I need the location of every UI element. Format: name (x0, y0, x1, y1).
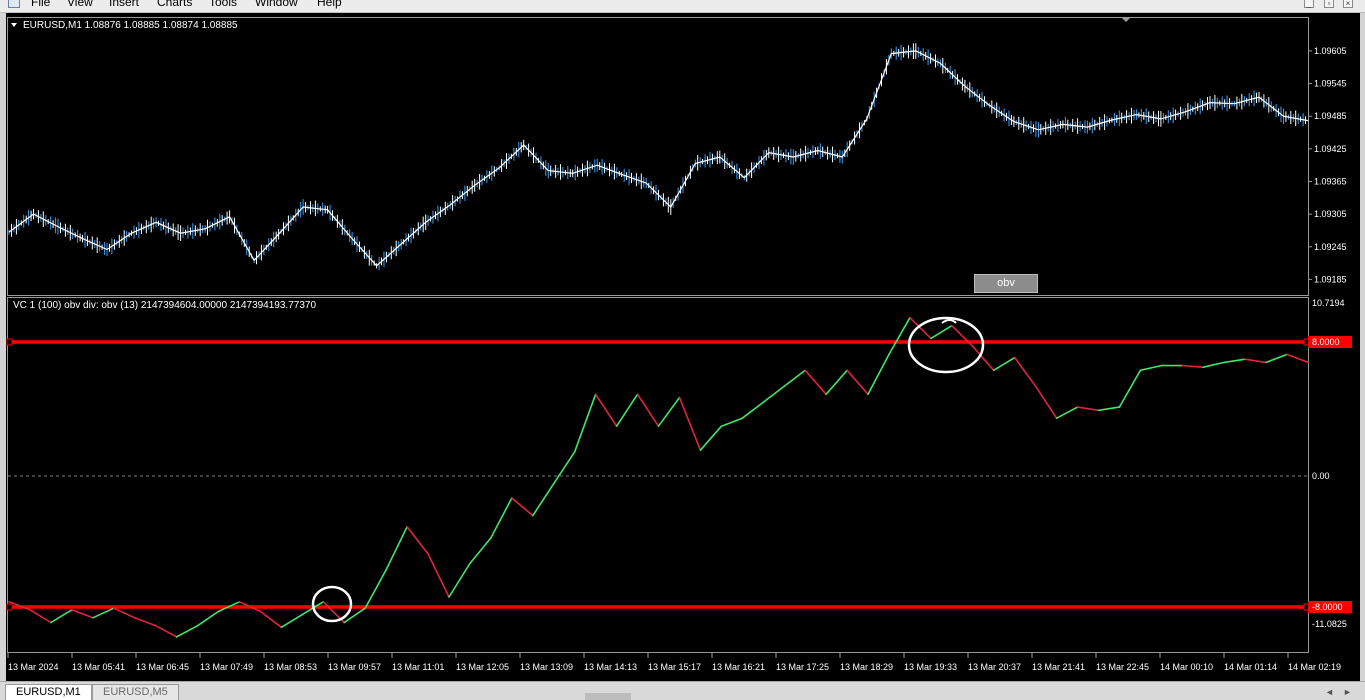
indicator-header: VC 1 (100) obv div: obv (13) 2147394604.… (13, 300, 316, 311)
time-axis-label: 13 Mar 05:41 (72, 662, 125, 672)
time-axis-label: 13 Mar 12:05 (456, 662, 509, 672)
time-axis-label: 13 Mar 20:37 (968, 662, 1021, 672)
obv-button[interactable]: obv (974, 274, 1038, 293)
time-axis-label: 13 Mar 09:57 (328, 662, 381, 672)
time-axis-label: 13 Mar 21:41 (1032, 662, 1085, 672)
time-axis-label: 13 Mar 13:09 (520, 662, 573, 672)
time-axis-label: 14 Mar 00:10 (1160, 662, 1213, 672)
indicator-scale-min: -11.0825 (1312, 619, 1347, 629)
upper-level-handle[interactable] (6, 338, 13, 346)
price-axis-label: 1.09305 (1314, 209, 1347, 219)
indicator-scale-zero: 0.00 (1312, 471, 1330, 481)
price-axis-label: 1.09245 (1314, 242, 1347, 252)
time-axis-label: 13 Mar 08:53 (264, 662, 317, 672)
price-axis-label: 1.09185 (1314, 274, 1347, 284)
time-axis-label: 13 Mar 14:13 (584, 662, 637, 672)
time-axis-label: 13 Mar 17:25 (776, 662, 829, 672)
window-frame-right (1360, 13, 1365, 685)
price-axis-label: 1.09425 (1314, 144, 1347, 154)
symbol-header: EURUSD,M1 1.08876 1.08885 1.08874 1.0888… (23, 20, 238, 31)
menu-window[interactable]: Window (255, 0, 298, 9)
lower-level-handle[interactable] (6, 603, 13, 611)
time-axis-label: 14 Mar 02:19 (1288, 662, 1341, 672)
scroll-left-icon[interactable]: ◄ (1325, 687, 1334, 697)
tab-eurusd-m5[interactable]: EURUSD,M5 (92, 684, 179, 700)
menu-file[interactable]: File (31, 0, 50, 9)
time-axis-label: 13 Mar 2024 (8, 662, 59, 672)
menu-view[interactable]: View (67, 0, 93, 9)
menu-help[interactable]: Help (317, 0, 342, 9)
minimize-icon[interactable]: _ (1304, 0, 1314, 8)
time-axis-label: 14 Mar 01:14 (1224, 662, 1277, 672)
menu-charts[interactable]: Charts (157, 0, 192, 9)
time-axis-label: 13 Mar 15:17 (648, 662, 701, 672)
menu-bar: File View Insert Charts Tools Window Hel… (0, 0, 1365, 13)
chart-tabs: EURUSD,M1 EURUSD,M5 ◄ ► (0, 681, 1365, 700)
time-axis-label: 13 Mar 18:29 (840, 662, 893, 672)
horizontal-scrollbar-thumb[interactable] (585, 693, 631, 700)
time-axis-label: 13 Mar 06:45 (136, 662, 189, 672)
time-axis-label: 13 Mar 19:33 (904, 662, 957, 672)
menu-tools[interactable]: Tools (209, 0, 237, 9)
time-axis-label: 13 Mar 16:21 (712, 662, 765, 672)
menu-insert[interactable]: Insert (109, 0, 139, 9)
price-axis-label: 1.09365 (1314, 176, 1347, 186)
scroll-right-icon[interactable]: ► (1343, 687, 1352, 697)
app-icon (8, 0, 20, 8)
price-axis-label: 1.09605 (1314, 46, 1347, 56)
chart-window[interactable]: EURUSD,M1 1.08876 1.08885 1.08874 1.0888… (6, 13, 1360, 681)
tab-eurusd-m1[interactable]: EURUSD,M1 (5, 684, 92, 700)
price-axis-label: 1.09545 (1314, 79, 1347, 89)
indicator-scale-max: 10.7194 (1312, 298, 1345, 308)
time-axis-label: 13 Mar 22:45 (1096, 662, 1149, 672)
time-axis-label: 13 Mar 07:49 (200, 662, 253, 672)
upper-level-label: 8.0000 (1312, 337, 1340, 347)
time-axis-label: 13 Mar 11:01 (392, 662, 444, 672)
lower-level-label: -8.0000 (1312, 602, 1343, 612)
close-icon[interactable]: × (1343, 0, 1353, 8)
chart-background (6, 13, 1360, 681)
price-axis-label: 1.09485 (1314, 111, 1347, 121)
restore-icon[interactable]: ▫ (1324, 0, 1334, 8)
